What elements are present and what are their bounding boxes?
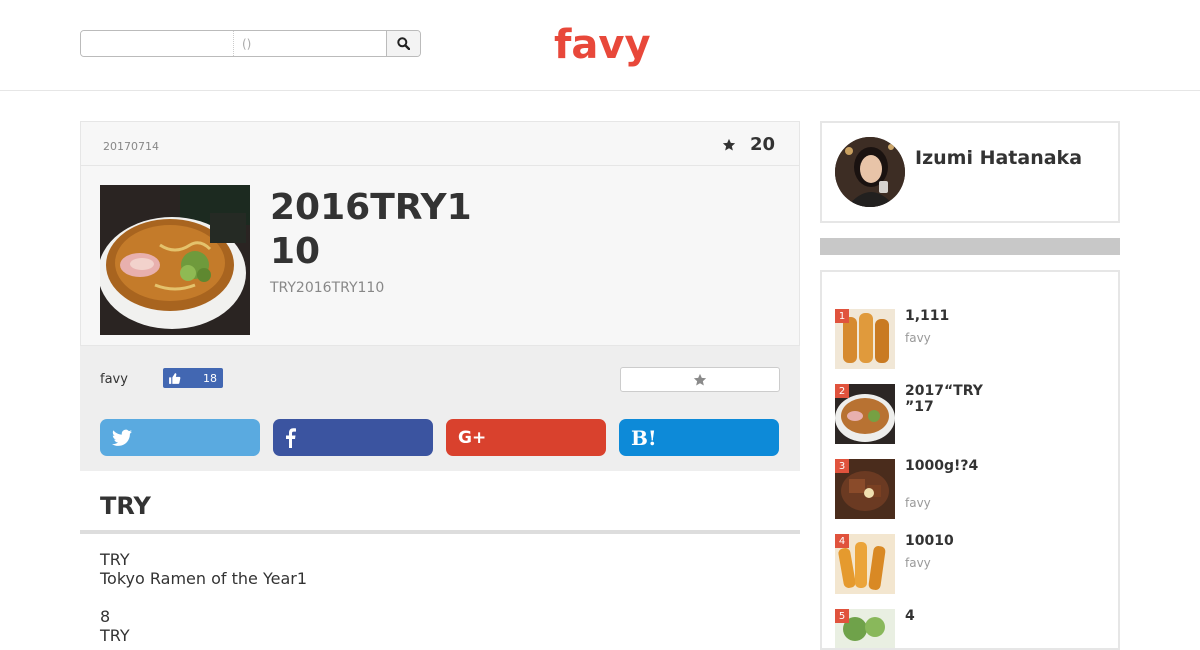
hatena-icon: B! bbox=[631, 425, 657, 450]
ranking-title: 4 bbox=[905, 608, 915, 624]
logo-text: favy bbox=[554, 22, 651, 68]
ranking-item[interactable]: 2 2017“TRY ”17 bbox=[835, 383, 1105, 444]
search-button[interactable] bbox=[386, 31, 420, 56]
search-form bbox=[80, 30, 421, 57]
thumbs-up-icon bbox=[169, 372, 181, 384]
share-bar: favy 18 G+ B! bbox=[80, 346, 800, 471]
article-title-line-1: 2016TRY1 bbox=[270, 187, 472, 228]
star-icon bbox=[693, 373, 707, 386]
google-plus-icon: G+ bbox=[458, 427, 487, 448]
article-subtitle: TRY2016TRY110 bbox=[270, 280, 385, 296]
clip-button[interactable] bbox=[620, 367, 780, 392]
site-header: favy bbox=[0, 0, 1200, 91]
author-avatar[interactable] bbox=[835, 137, 905, 207]
ranking-source: favy bbox=[905, 496, 931, 510]
site-logo[interactable]: favy bbox=[540, 18, 660, 70]
favorite-counter[interactable]: 20 bbox=[722, 134, 775, 155]
star-icon bbox=[722, 138, 736, 151]
body-line: 8 bbox=[100, 607, 111, 626]
author-name[interactable]: Izumi Hatanaka bbox=[915, 147, 1082, 169]
ranking-title-line-1: 2017“TRY bbox=[905, 383, 983, 399]
rank-badge: 5 bbox=[835, 609, 849, 623]
rank-badge: 1 bbox=[835, 309, 849, 323]
section-heading: TRY bbox=[100, 492, 151, 520]
like-count: 18 bbox=[203, 371, 217, 385]
article-body: TRY Tokyo Ramen of the Year1 8 TRY bbox=[80, 534, 800, 645]
ranking-source: favy bbox=[905, 556, 931, 570]
ranking-item[interactable]: 1 1,111 favy bbox=[835, 308, 1105, 369]
keyword-search-input[interactable] bbox=[81, 31, 234, 56]
favorite-count: 20 bbox=[749, 134, 775, 155]
hatena-bookmark-button[interactable]: B! bbox=[619, 419, 779, 456]
ranking-item[interactable]: 4 10010 favy bbox=[835, 533, 1105, 594]
search-icon bbox=[397, 37, 410, 50]
ranking-title-line-2: ”17 bbox=[905, 399, 934, 415]
article-main: 20170714 20 2016TRY1 10 TRY2016TRY110 fa… bbox=[80, 121, 800, 645]
ranking-title: 2017“TRY ”17 bbox=[905, 383, 1045, 415]
article-title: 2016TRY1 10 bbox=[270, 186, 510, 274]
publish-date: 20170714 bbox=[103, 140, 159, 153]
ranking-title: 10010 bbox=[905, 533, 954, 549]
ranking-source: favy bbox=[905, 331, 931, 345]
rank-badge: 3 bbox=[835, 459, 849, 473]
body-line: TRY bbox=[100, 550, 130, 569]
twitter-share-button[interactable] bbox=[100, 419, 260, 456]
sidebar-section-header bbox=[820, 238, 1120, 255]
author-card[interactable]: Izumi Hatanaka bbox=[820, 121, 1120, 223]
body-line bbox=[100, 588, 780, 607]
twitter-icon bbox=[112, 429, 132, 446]
ranking-list: 1 1,111 favy 2 2017“TRY ”17 3 1000g!?4 f… bbox=[820, 270, 1120, 650]
article-header-card: 20170714 20 2016TRY1 10 TRY2016TRY110 bbox=[80, 121, 800, 346]
article-thumbnail bbox=[100, 185, 250, 335]
article-source[interactable]: favy bbox=[100, 372, 128, 387]
facebook-like-button[interactable]: 18 bbox=[163, 368, 223, 388]
facebook-icon bbox=[286, 427, 296, 448]
article-title-line-2: 10 bbox=[270, 231, 321, 272]
area-search-input[interactable] bbox=[234, 31, 386, 56]
ranking-title: 1,111 bbox=[905, 308, 950, 324]
divider bbox=[81, 165, 799, 166]
body-line: Tokyo Ramen of the Year1 bbox=[100, 569, 308, 588]
body-line: TRY bbox=[100, 626, 130, 645]
google-plus-share-button[interactable]: G+ bbox=[446, 419, 606, 456]
facebook-share-button[interactable] bbox=[273, 419, 433, 456]
rank-badge: 2 bbox=[835, 384, 849, 398]
ranking-item[interactable]: 3 1000g!?4 favy bbox=[835, 458, 1105, 519]
ranking-title: 1000g!?4 bbox=[905, 458, 979, 474]
rank-badge: 4 bbox=[835, 534, 849, 548]
sidebar: Izumi Hatanaka 1 1,111 favy 2 2017“TRY ”… bbox=[820, 121, 1120, 650]
